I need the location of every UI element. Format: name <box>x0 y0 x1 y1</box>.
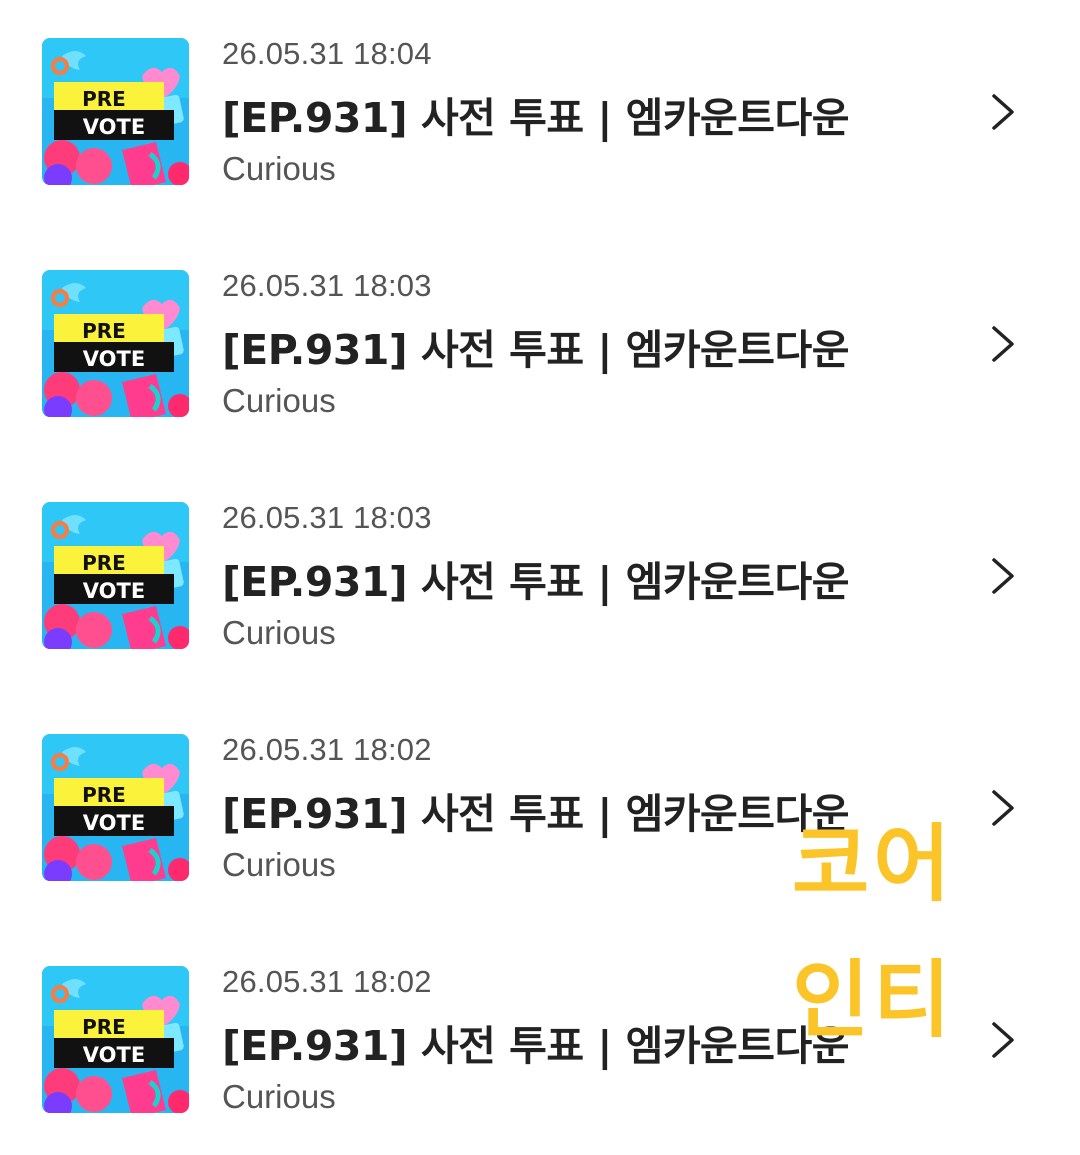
artist-name: Curious <box>222 382 336 419</box>
svg-text:VOTE: VOTE <box>83 347 145 371</box>
pre-vote-thumbnail: PRE VOTE <box>42 270 189 417</box>
svg-text:VOTE: VOTE <box>83 579 145 603</box>
list-item[interactable]: PRE VOTE 26.05.31 18:03 [EP.931] 사전 투표 |… <box>0 464 1080 664</box>
svg-text:PRE: PRE <box>82 1015 126 1039</box>
list-item[interactable]: PRE VOTE 26.05.31 18:04 [EP.931] 사전 투표 |… <box>0 0 1080 200</box>
pre-vote-thumbnail: PRE VOTE <box>42 734 189 881</box>
svg-text:PRE: PRE <box>82 783 126 807</box>
item-title: [EP.931] 사전 투표 | 엠카운트다운 <box>222 1022 849 1070</box>
svg-text:VOTE: VOTE <box>83 115 145 139</box>
chevron-right-icon[interactable] <box>984 788 1020 828</box>
item-title: [EP.931] 사전 투표 | 엠카운트다운 <box>222 558 849 606</box>
pre-vote-thumbnail: PRE VOTE <box>42 502 189 649</box>
chevron-right-icon[interactable] <box>984 556 1020 596</box>
list-item[interactable]: PRE VOTE 26.05.31 18:03 [EP.931] 사전 투표 |… <box>0 232 1080 432</box>
svg-text:PRE: PRE <box>82 551 126 575</box>
timestamp: 26.05.31 18:03 <box>222 268 432 303</box>
artist-name: Curious <box>222 614 336 651</box>
watermark-text-line2: 인티 <box>792 951 955 1049</box>
artist-name: Curious <box>222 846 336 883</box>
svg-text:PRE: PRE <box>82 87 126 111</box>
timestamp: 26.05.31 18:02 <box>222 732 432 767</box>
chevron-right-icon[interactable] <box>984 1020 1020 1060</box>
svg-text:VOTE: VOTE <box>83 811 145 835</box>
pre-vote-thumbnail: PRE VOTE <box>42 966 189 1113</box>
item-title: [EP.931] 사전 투표 | 엠카운트다운 <box>222 790 849 838</box>
artist-name: Curious <box>222 1078 336 1115</box>
svg-text:VOTE: VOTE <box>83 1043 145 1067</box>
item-title: [EP.931] 사전 투표 | 엠카운트다운 <box>222 94 849 142</box>
artist-name: Curious <box>222 150 336 187</box>
timestamp: 26.05.31 18:03 <box>222 500 432 535</box>
chevron-right-icon[interactable] <box>984 92 1020 132</box>
chevron-right-icon[interactable] <box>984 324 1020 364</box>
svg-text:PRE: PRE <box>82 319 126 343</box>
watermark-text-line1: 코어 <box>792 815 955 913</box>
timestamp: 26.05.31 18:02 <box>222 964 432 999</box>
item-title: [EP.931] 사전 투표 | 엠카운트다운 <box>222 326 849 374</box>
pre-vote-thumbnail: PRE VOTE <box>42 38 189 185</box>
timestamp: 26.05.31 18:04 <box>222 36 432 71</box>
